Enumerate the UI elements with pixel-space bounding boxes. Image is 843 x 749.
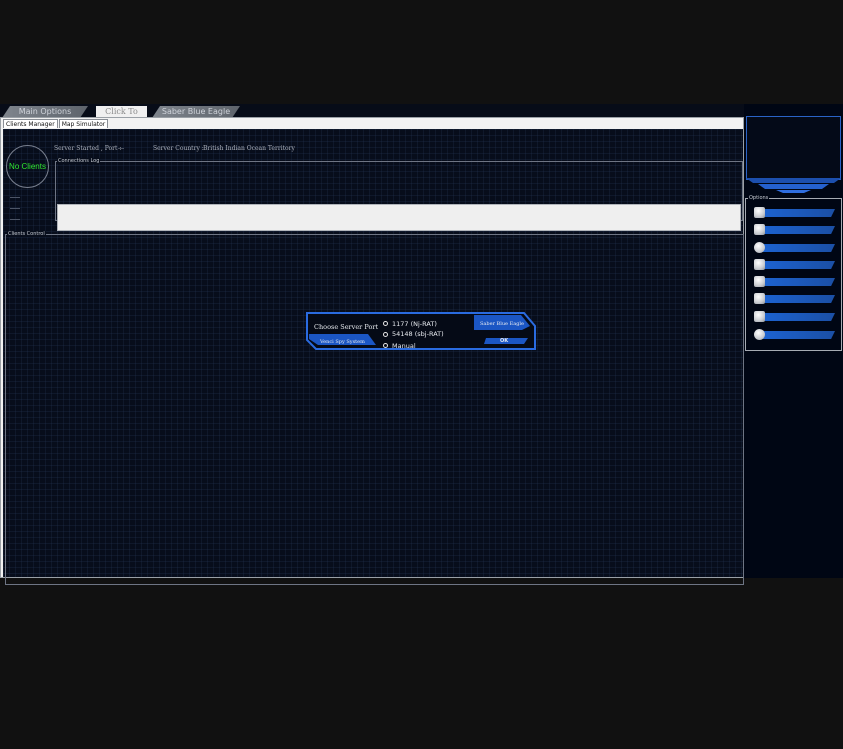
monitor-icon <box>754 311 765 322</box>
clients-indicator: No Clients <box>6 145 49 188</box>
monitor-stand-icon <box>746 178 841 193</box>
radio-port-manual[interactable] <box>383 343 388 348</box>
option-item-info[interactable] <box>752 329 836 340</box>
option-item-computer[interactable] <box>752 293 836 304</box>
option-bar <box>757 209 835 217</box>
dialog-subtitle: Venci Spy System <box>320 339 365 345</box>
radio-port-54148[interactable] <box>383 332 388 337</box>
clients-control-group <box>5 234 744 585</box>
server-country-value: British Indian Ocean Territory <box>203 145 295 152</box>
divider <box>10 208 20 209</box>
ok-button[interactable]: OK <box>500 338 508 344</box>
radio-label-manual: Manual <box>392 342 416 350</box>
client-preview-screen <box>746 116 841 180</box>
dialog-title: Choose Server Port <box>314 323 379 331</box>
person-icon <box>754 224 765 235</box>
choose-port-dialog: Choose Server Port Venci Spy System Sabe… <box>306 312 536 350</box>
radio-label-54148: 54148 (sbj-RAT) <box>392 330 444 338</box>
server-country-label: Server Country : <box>153 145 204 152</box>
tab-clients-manager[interactable]: Clients Manager <box>3 119 58 128</box>
divider <box>10 197 20 198</box>
clients-control-label: Clients Control <box>7 231 46 237</box>
option-bar <box>757 244 835 252</box>
users-icon <box>754 207 765 218</box>
option-item-lock[interactable] <box>752 276 836 287</box>
clients-manager-panel: No Clients Server Started , Port : --- S… <box>3 129 744 585</box>
connections-log-list[interactable] <box>57 204 741 231</box>
dialog-brand: Saber Blue Eagle <box>480 321 524 327</box>
tab-map-simulator[interactable]: Map Simulator <box>58 119 109 128</box>
option-item-monitor[interactable] <box>752 311 836 322</box>
lock-icon <box>754 276 765 287</box>
options-label: Options <box>748 195 770 201</box>
info-icon <box>754 329 765 340</box>
option-item-users[interactable] <box>752 207 836 218</box>
option-bar <box>757 313 835 321</box>
option-bar <box>757 278 835 286</box>
option-item-person[interactable] <box>752 224 836 235</box>
application-window: Main Options Settings Click To Restore S… <box>0 104 843 585</box>
computer-icon <box>754 293 765 304</box>
subtab-bar: Clients Manager Map Simulator <box>3 119 109 128</box>
option-bar <box>757 261 835 269</box>
option-item-download[interactable] <box>752 259 836 270</box>
divider <box>10 219 20 220</box>
option-bar <box>757 295 835 303</box>
download-icon <box>754 259 765 270</box>
connections-log-label: Connections Log <box>57 158 101 164</box>
clock-icon <box>754 242 765 253</box>
server-port-value: --- <box>118 145 125 152</box>
option-bar <box>757 331 835 339</box>
clients-status: No Clients <box>9 162 46 171</box>
option-bar <box>757 226 835 234</box>
server-started-label: Server Started , Port : <box>54 145 122 152</box>
option-item-clock[interactable] <box>752 242 836 253</box>
radio-label-1177: 1177 (Nj-RAT) <box>392 320 437 328</box>
radio-port-1177[interactable] <box>383 321 388 326</box>
